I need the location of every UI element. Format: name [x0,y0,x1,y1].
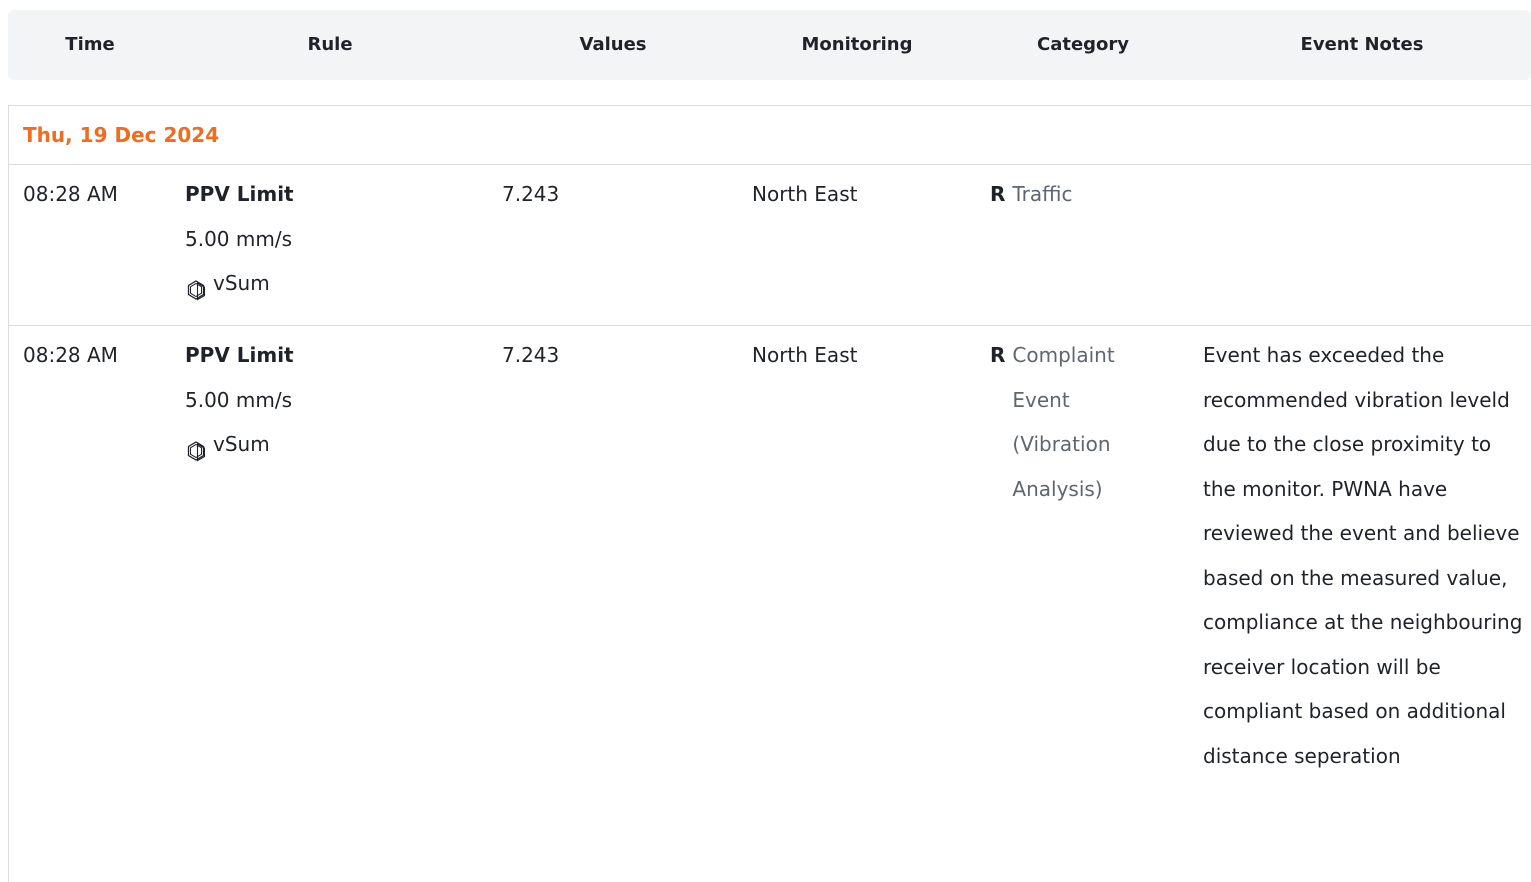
rule-sum: vSum [185,261,425,306]
column-header-category[interactable]: Category [1037,34,1129,56]
category-cell: R Complaint Event (Vibration Analysis) [990,333,1150,511]
category-cell: R Traffic [990,172,1150,217]
column-header-event-notes[interactable]: Event Notes [1301,34,1424,56]
value-cell: 7.243 [502,343,560,367]
hexagon-stack-icon [185,272,207,301]
rule-limit: 5.00 mm/s [185,226,293,251]
column-header-values[interactable]: Values [580,34,647,56]
category-label: Complaint Event (Vibration Analysis) [1012,343,1115,501]
time-cell: 08:28 AM [23,182,118,206]
monitoring-cell: North East [752,343,858,367]
category-label: Traffic [1012,182,1073,206]
column-header-monitoring[interactable]: Monitoring [802,34,913,56]
table-row[interactable]: 08:28 AM PPV Limit 5.00 mm/s vSum 7.243 [9,165,1531,326]
hexagon-stack-icon [185,433,207,462]
events-table: Time Rule Values Monitoring Category Eve… [0,0,1531,882]
rule-sum-label: vSum [213,271,270,295]
column-header-rule[interactable]: Rule [307,34,352,56]
category-code: R [990,182,1006,206]
rule-limit: 5.00 mm/s [185,387,293,412]
rule-sum: vSum [185,422,425,467]
date-label: Thu, 19 Dec 2024 [23,123,220,147]
rule-cell: PPV Limit 5.00 mm/s vSum [185,172,425,306]
notes-cell: Event has exceeded the recommended vibra… [1203,343,1523,768]
table-body: Thu, 19 Dec 2024 08:28 AM PPV Limit 5.00… [8,105,1531,882]
column-header-time[interactable]: Time [65,34,114,56]
rule-sum-label: vSum [213,432,270,456]
value-cell: 7.243 [502,182,560,206]
rule-name: PPV Limit [185,182,294,206]
rule-name: PPV Limit [185,343,294,367]
table-header: Time Rule Values Monitoring Category Eve… [8,10,1531,80]
date-group-header: Thu, 19 Dec 2024 [9,106,1531,165]
category-code: R [990,343,1006,367]
monitoring-cell: North East [752,182,858,206]
table-row[interactable]: 08:28 AM PPV Limit 5.00 mm/s vSum 7.243 [9,326,1531,882]
rule-cell: PPV Limit 5.00 mm/s vSum [185,333,425,467]
time-cell: 08:28 AM [23,343,118,367]
